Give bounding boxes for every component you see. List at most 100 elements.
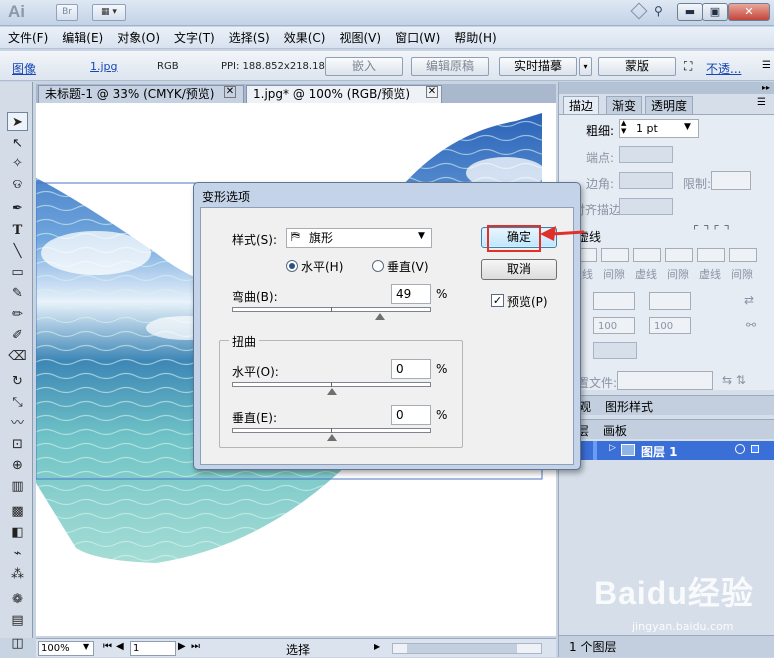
gap-field-2[interactable] xyxy=(665,248,693,262)
preview-checkbox[interactable]: ✓ xyxy=(491,294,504,307)
dash-field-3[interactable] xyxy=(697,248,725,262)
scale-tool-icon[interactable]: ⤡ xyxy=(7,393,28,412)
eraser-tool-icon[interactable]: ⌫ xyxy=(7,347,28,366)
gradient-tool-icon[interactable]: ◧ xyxy=(7,523,28,542)
prev-page-icon[interactable]: ◀ xyxy=(116,641,124,652)
distort-vertical-field[interactable]: 0 xyxy=(391,405,431,425)
status-menu-icon[interactable]: ▶ xyxy=(374,642,380,651)
selection-tool-icon[interactable]: ➤ xyxy=(7,112,28,131)
distort-horizontal-thumb[interactable] xyxy=(326,388,337,395)
dash-field-2[interactable] xyxy=(633,248,661,262)
menu-file[interactable]: 文件(F) xyxy=(8,29,48,46)
page-field[interactable]: 1 xyxy=(130,641,176,656)
gap-field-3[interactable] xyxy=(729,248,757,262)
scroll-thumb[interactable] xyxy=(407,644,517,653)
layer-target-icon[interactable] xyxy=(735,444,745,454)
bridge-button[interactable]: Br xyxy=(56,4,78,21)
next-page-icon[interactable]: ▶ xyxy=(178,641,186,652)
vertical-radio[interactable] xyxy=(372,260,384,272)
pen-tool-icon[interactable]: ✒ xyxy=(7,199,28,218)
flip-profile-icon[interactable]: ⇆ ⇅ xyxy=(722,373,746,387)
blend-tool-icon[interactable]: ⁂ xyxy=(7,565,28,584)
style-dropdown-icon[interactable]: ▼ xyxy=(418,231,425,241)
cancel-button[interactable]: 取消 xyxy=(481,259,557,280)
line-tool-icon[interactable]: ╲ xyxy=(7,242,28,261)
rectangle-tool-icon[interactable]: ▭ xyxy=(7,263,28,282)
tab-close-icon[interactable]: ✕ xyxy=(224,86,236,98)
cap-buttons[interactable] xyxy=(619,146,673,163)
file-link[interactable]: 1.jpg xyxy=(90,60,118,73)
direct-selection-tool-icon[interactable]: ↖ xyxy=(7,134,28,153)
close-button[interactable]: ✕ xyxy=(728,3,770,21)
corner-buttons[interactable] xyxy=(619,172,673,189)
object-type-link[interactable]: 图像 xyxy=(12,60,36,77)
dash-corner-icon[interactable]: ⌜ ⌝ ⌜ ⌝ xyxy=(693,224,730,239)
arrow-align-buttons[interactable] xyxy=(593,342,637,359)
arrange-documents-icon[interactable]: ▦ ▾ xyxy=(92,4,126,21)
gap-field-1[interactable] xyxy=(601,248,629,262)
tab-1jpg[interactable]: 1.jpg* @ 100% (RGB/预览) xyxy=(246,85,442,103)
last-page-icon[interactable]: ⏭ xyxy=(191,641,200,652)
panel-collapse-icon[interactable]: ▸▸ xyxy=(559,82,774,94)
menu-object[interactable]: 对象(O) xyxy=(117,29,160,46)
layer-row[interactable]: ▷ 图层 1 xyxy=(559,441,774,460)
tab-stroke[interactable]: 描边 xyxy=(563,96,600,114)
tab-untitled[interactable]: 未标题-1 @ 33% (CMYK/预览) xyxy=(38,85,244,103)
workspace-icon[interactable] xyxy=(630,2,648,20)
opacity-link[interactable]: 不透... xyxy=(706,60,741,77)
edit-original-button[interactable]: 编辑原稿 xyxy=(411,57,489,76)
menu-effect[interactable]: 效果(C) xyxy=(284,29,326,46)
style-select[interactable]: 旗形 xyxy=(286,228,432,248)
horizontal-scrollbar[interactable] xyxy=(392,643,542,654)
graph-tool-icon[interactable]: ▥ xyxy=(7,477,28,496)
tab-artboards[interactable]: 画板 xyxy=(603,422,627,439)
eyedropper-tool-icon[interactable]: ⌁ xyxy=(7,544,28,563)
zoom-dropdown-icon[interactable]: ▼ xyxy=(83,642,89,651)
menu-edit[interactable]: 编辑(E) xyxy=(62,29,103,46)
rotate-tool-icon[interactable]: ↻ xyxy=(7,372,28,391)
panel-menu-icon[interactable]: ☰ xyxy=(757,97,766,108)
layer-selection-indicator[interactable] xyxy=(751,445,759,453)
arrow-scale-end[interactable]: 100 xyxy=(649,317,691,334)
type-tool-icon[interactable]: T xyxy=(7,221,28,240)
blob-brush-tool-icon[interactable]: ✐ xyxy=(7,326,28,345)
horizontal-radio[interactable] xyxy=(286,260,298,272)
menu-select[interactable]: 选择(S) xyxy=(229,29,270,46)
align-stroke-buttons[interactable] xyxy=(619,198,673,215)
profile-select[interactable] xyxy=(617,371,713,390)
lasso-tool-icon[interactable]: ଡ xyxy=(7,175,28,194)
distort-vertical-thumb[interactable] xyxy=(326,434,337,441)
swap-arrowheads-icon[interactable]: ⇄ xyxy=(744,293,754,307)
weight-stepper-icon[interactable]: ▲ ▼ xyxy=(621,119,626,135)
magic-wand-tool-icon[interactable]: ✧ xyxy=(7,154,28,173)
mask-button[interactable]: 蒙版 xyxy=(598,57,676,76)
embed-button[interactable]: 嵌入 xyxy=(325,57,403,76)
shape-builder-tool-icon[interactable]: ⊕ xyxy=(7,456,28,475)
expand-layer-icon[interactable]: ▷ xyxy=(609,443,616,453)
distort-horizontal-field[interactable]: 0 xyxy=(391,359,431,379)
weight-dropdown-icon[interactable]: ▼ xyxy=(684,122,691,132)
maximize-button[interactable]: ▣ xyxy=(702,3,728,21)
tab-transparency[interactable]: 透明度 xyxy=(645,96,694,114)
menu-window[interactable]: 窗口(W) xyxy=(395,29,440,46)
symbol-sprayer-tool-icon[interactable]: ❁ xyxy=(7,590,28,609)
warp-tool-icon[interactable]: 〰 xyxy=(7,414,28,433)
minimize-button[interactable]: ▬ xyxy=(677,3,703,21)
transform-icon[interactable]: ⛶ xyxy=(684,59,692,74)
menu-view[interactable]: 视图(V) xyxy=(339,29,381,46)
arrowhead-end-select[interactable] xyxy=(649,292,691,310)
menu-type[interactable]: 文字(T) xyxy=(174,29,215,46)
search-icon[interactable]: ⚲ xyxy=(654,4,663,18)
bend-field[interactable]: 49 xyxy=(391,284,431,304)
live-trace-button[interactable]: 实时描摹 xyxy=(499,57,577,76)
arrowhead-start-select[interactable] xyxy=(593,292,635,310)
link-icon[interactable]: ⚯ xyxy=(746,318,756,332)
bend-slider-thumb[interactable] xyxy=(375,313,386,320)
free-transform-tool-icon[interactable]: ⊡ xyxy=(7,435,28,454)
tab-gradient[interactable]: 渐变 xyxy=(606,96,643,114)
artboard-tool-icon[interactable]: ◫ xyxy=(7,634,28,653)
paintbrush-tool-icon[interactable]: ✎ xyxy=(7,284,28,303)
column-graph-tool-icon[interactable]: ▤ xyxy=(7,611,28,630)
mesh-tool-icon[interactable]: ▩ xyxy=(7,502,28,521)
control-menu-icon[interactable]: ☰ xyxy=(762,60,771,71)
